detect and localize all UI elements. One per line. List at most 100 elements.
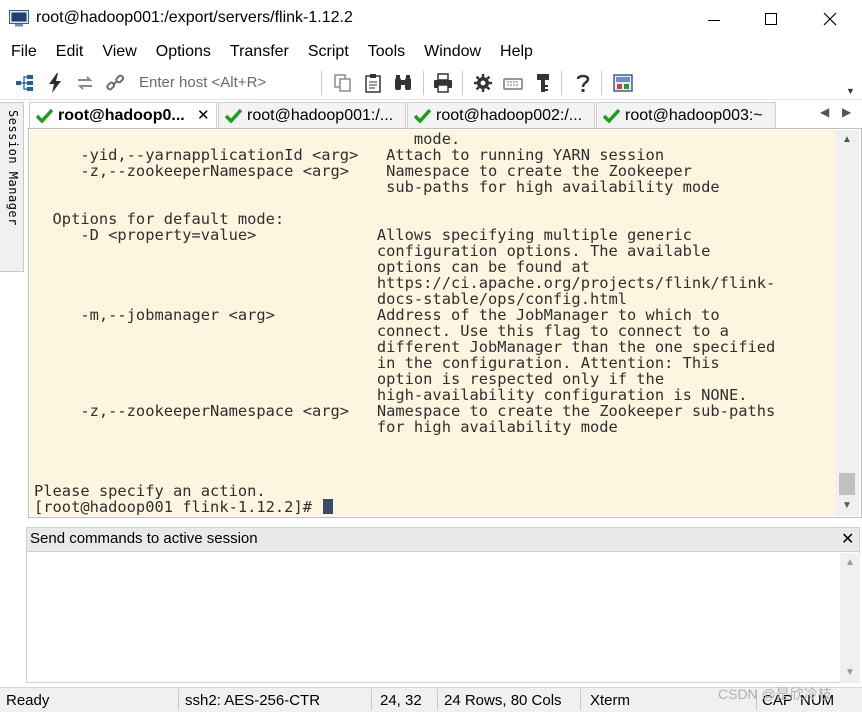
menu-script[interactable]: Script bbox=[308, 43, 349, 61]
menu-view[interactable]: View bbox=[102, 43, 136, 61]
terminal-line: in the configuration. Attention: This bbox=[34, 355, 720, 371]
terminal-line-text: for high availability mode bbox=[34, 418, 618, 436]
terminal-line: -yid,--yarnapplicationId <arg> Attach to… bbox=[34, 147, 664, 163]
tab-close-icon[interactable]: ✕ bbox=[197, 106, 210, 124]
menu-transfer[interactable]: Transfer bbox=[230, 43, 289, 61]
connected-check-icon bbox=[414, 108, 431, 123]
terminal-line: different JobManager than the one specif… bbox=[34, 339, 775, 355]
toolbar-divider bbox=[321, 71, 322, 95]
tab-session-4[interactable]: root@hadoop003:~ bbox=[596, 102, 776, 128]
enter-host-input[interactable]: Enter host <Alt+R> bbox=[139, 74, 266, 91]
scroll-up-icon[interactable]: ▲ bbox=[842, 134, 852, 145]
terminal-line-text: sub-paths for high availability mode bbox=[34, 178, 720, 196]
connected-check-icon bbox=[225, 108, 242, 123]
terminal-line: [root@hadoop001 flink-1.12.2]# bbox=[34, 498, 334, 516]
keymap-keyboard-icon[interactable] bbox=[502, 72, 524, 94]
screenshot-image-icon[interactable] bbox=[612, 72, 634, 94]
status-divider bbox=[580, 689, 581, 710]
tab-label: root@hadoop003:~ bbox=[625, 106, 763, 124]
tab-scroll-left-icon[interactable]: ◀ bbox=[820, 105, 829, 119]
terminal-line: high-availability configuration is NONE. bbox=[34, 387, 748, 403]
session-manager-label[interactable]: Session Manager bbox=[2, 110, 20, 226]
terminal-line: connect. Use this flag to connect to a bbox=[34, 323, 729, 339]
scroll-up-icon[interactable]: ▲ bbox=[845, 557, 855, 568]
connected-check-icon bbox=[36, 108, 53, 123]
status-terminal-type: Xterm bbox=[590, 691, 631, 709]
terminal-line: Options for default mode: bbox=[34, 211, 285, 227]
reconnect-icon[interactable] bbox=[74, 72, 96, 94]
terminal-line: configuration options. The available bbox=[34, 243, 711, 259]
close-window-button[interactable] bbox=[807, 0, 853, 38]
terminal-line: option is respected only if the bbox=[34, 371, 664, 387]
terminal-app-icon bbox=[9, 10, 29, 27]
terminal-line: docs-stable/ops/config.html bbox=[34, 291, 627, 307]
help-question-icon[interactable] bbox=[572, 72, 594, 94]
status-divider bbox=[437, 689, 438, 710]
menu-help[interactable]: Help bbox=[500, 43, 533, 61]
title-bar: root@hadoop001:/export/servers/flink-1.1… bbox=[0, 0, 862, 38]
quick-connect-lightning-icon[interactable] bbox=[44, 72, 66, 94]
tab-scroll-right-icon[interactable]: ▶ bbox=[842, 105, 851, 119]
terminal-line: -z,--zookeeperNamespace <arg> Namespace … bbox=[34, 403, 775, 419]
command-pane-scrollbar[interactable]: ▲ ▼ bbox=[840, 553, 860, 683]
status-cursor-position: 24, 32 bbox=[380, 691, 422, 709]
terminal-line: https://ci.apache.org/projects/flink/fli… bbox=[34, 275, 775, 291]
status-ready: Ready bbox=[6, 691, 50, 709]
menu-file[interactable]: File bbox=[11, 43, 37, 61]
terminal-line: sub-paths for high availability mode bbox=[34, 179, 720, 195]
status-divider bbox=[178, 689, 179, 710]
close-icon bbox=[823, 12, 837, 26]
terminal-line: Please specify an action. bbox=[34, 483, 266, 499]
terminal-line: -m,--jobmanager <arg> Address of the Job… bbox=[34, 307, 719, 323]
scroll-down-icon[interactable]: ▼ bbox=[842, 500, 852, 511]
menu-window[interactable]: Window bbox=[424, 43, 481, 61]
terminal-line: for high availability mode bbox=[34, 419, 618, 435]
window-title: root@hadoop001:/export/servers/flink-1.1… bbox=[36, 9, 353, 26]
command-pane-close-icon[interactable]: ✕ bbox=[841, 529, 854, 549]
toolbar-overflow-chevron-icon[interactable]: ▼ bbox=[846, 86, 855, 96]
tab-label: root@hadoop002:/... bbox=[436, 106, 583, 124]
terminal-line: mode. bbox=[34, 131, 460, 147]
print-icon[interactable] bbox=[432, 72, 454, 94]
menu-tools[interactable]: Tools bbox=[368, 43, 405, 61]
connect-tree-icon[interactable] bbox=[14, 72, 36, 94]
status-cipher: ssh2: AES-256-CTR bbox=[185, 691, 321, 709]
status-divider bbox=[371, 689, 372, 710]
command-pane-title: Send commands to active session bbox=[30, 530, 258, 547]
tab-session-1[interactable]: root@hadoop0... bbox=[29, 102, 217, 128]
toolbar-divider bbox=[561, 71, 562, 95]
terminal-line: options can be found at bbox=[34, 259, 590, 275]
terminal-line: -z,--zookeeperNamespace <arg> Namespace … bbox=[34, 163, 692, 179]
scroll-down-icon[interactable]: ▼ bbox=[845, 667, 855, 678]
toolbar-divider bbox=[423, 71, 424, 95]
settings-gear-icon[interactable] bbox=[472, 72, 494, 94]
disconnect-link-icon[interactable] bbox=[104, 72, 126, 94]
toolbar-divider bbox=[462, 71, 463, 95]
paste-icon[interactable] bbox=[362, 72, 384, 94]
terminal-screen[interactable]: mode. -yid,--yarnapplicationId <arg> Att… bbox=[30, 130, 835, 516]
tab-label: root@hadoop001:/... bbox=[247, 106, 394, 124]
copy-icon[interactable] bbox=[332, 72, 354, 94]
terminal-cursor bbox=[323, 499, 334, 514]
maximize-button[interactable] bbox=[748, 0, 794, 38]
minimize-button[interactable] bbox=[691, 0, 737, 38]
menu-options[interactable]: Options bbox=[156, 43, 211, 61]
sftp-key-icon[interactable] bbox=[532, 72, 554, 94]
tab-label: root@hadoop0... bbox=[58, 106, 185, 124]
terminal-line: -D <property=value> Allows specifying mu… bbox=[34, 227, 692, 243]
menu-edit[interactable]: Edit bbox=[56, 43, 84, 61]
command-input-area[interactable] bbox=[26, 552, 860, 683]
maximize-icon bbox=[765, 13, 777, 25]
toolbar-divider bbox=[601, 71, 602, 95]
connected-check-icon bbox=[603, 108, 620, 123]
scrollbar-thumb[interactable] bbox=[839, 473, 855, 495]
terminal-line-text: [root@hadoop001 flink-1.12.2]# bbox=[34, 498, 322, 516]
find-binoculars-icon[interactable] bbox=[392, 72, 414, 94]
toolbar bbox=[0, 66, 862, 100]
tab-session-3[interactable]: root@hadoop002:/... bbox=[407, 102, 595, 128]
tab-session-2[interactable]: root@hadoop001:/... bbox=[218, 102, 406, 128]
securecrt-window: root@hadoop001:/export/servers/flink-1.1… bbox=[0, 0, 862, 712]
minimize-icon bbox=[708, 19, 720, 21]
watermark: CSDN @是欣冷枝 bbox=[718, 686, 832, 702]
terminal-scrollbar[interactable]: ▲ ▼ bbox=[835, 130, 859, 516]
